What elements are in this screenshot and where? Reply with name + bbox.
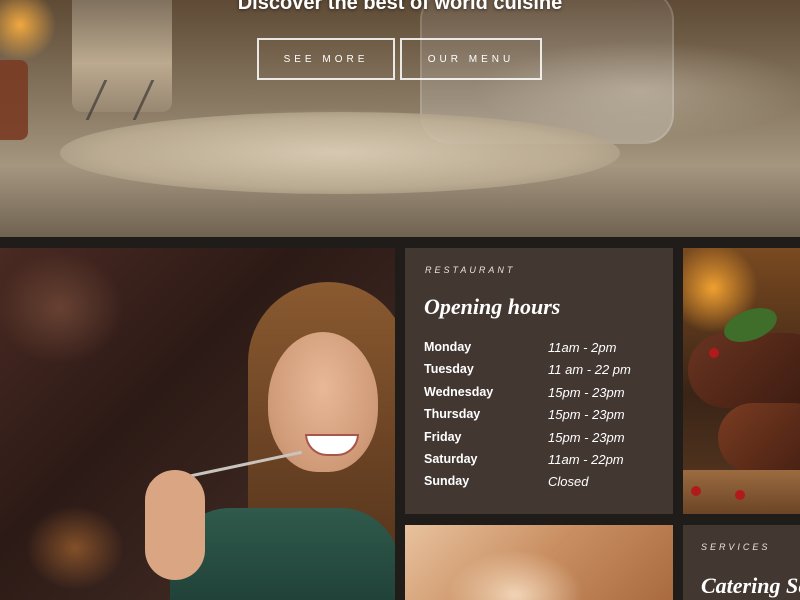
hours-time: 11am - 22pm [548,451,624,467]
hours-eyebrow: RESTAURANT [425,265,516,275]
hours-row-wednesday: Wednesday 15pm - 23pm [424,385,664,407]
blurred-food-photo [405,525,673,600]
photo-berry [691,486,701,496]
photo-berry [735,490,745,500]
hours-time: 11 am - 22 pm [548,362,631,378]
hours-time: 15pm - 23pm [548,407,625,423]
hours-time: 11am - 2pm [548,340,617,355]
photo-steak-piece [688,333,800,408]
hero-bowl [0,60,28,140]
hours-day: Saturday [424,451,478,466]
hours-row-saturday: Saturday 11am - 22pm [424,452,664,474]
woman-eating-photo [0,248,395,600]
see-more-button[interactable]: SEE MORE [257,38,395,80]
photo-berry [709,348,719,358]
our-menu-button[interactable]: OUR MENU [400,38,542,80]
hours-day: Wednesday [424,384,494,399]
hours-day: Friday [424,429,462,444]
hours-row-monday: Monday 11am - 2pm [424,340,664,362]
hours-day: Thursday [424,407,481,422]
hours-day: Monday [424,340,472,354]
services-card: SERVICES Catering Se [683,525,800,600]
steak-photo [683,248,800,514]
services-eyebrow: SERVICES [701,542,771,552]
hours-time: 15pm - 23pm [548,384,625,400]
hero-section: Discover the best of world cuisine SEE M… [0,0,800,237]
services-title: Catering Se [701,573,800,598]
hours-row-sunday: Sunday Closed [424,474,664,496]
hero-plate [60,112,620,194]
hours-row-thursday: Thursday 15pm - 23pm [424,407,664,429]
photo-steak-piece [718,403,800,473]
opening-hours-card: RESTAURANT Opening hours Monday 11am - 2… [405,248,673,514]
hours-row-tuesday: Tuesday 11 am - 22 pm [424,362,664,384]
hours-time: Closed [548,474,589,490]
hours-list: Monday 11am - 2pm Tuesday 11 am - 22 pm … [424,340,664,497]
hours-title: Opening hours [424,294,561,319]
photo-hand [145,470,205,580]
hours-time: 15pm - 23pm [548,429,625,445]
hero-title: Discover the best of world cuisine [237,0,563,14]
hours-day: Tuesday [424,362,474,377]
hours-row-friday: Friday 15pm - 23pm [424,430,664,452]
hours-day: Sunday [424,474,470,489]
